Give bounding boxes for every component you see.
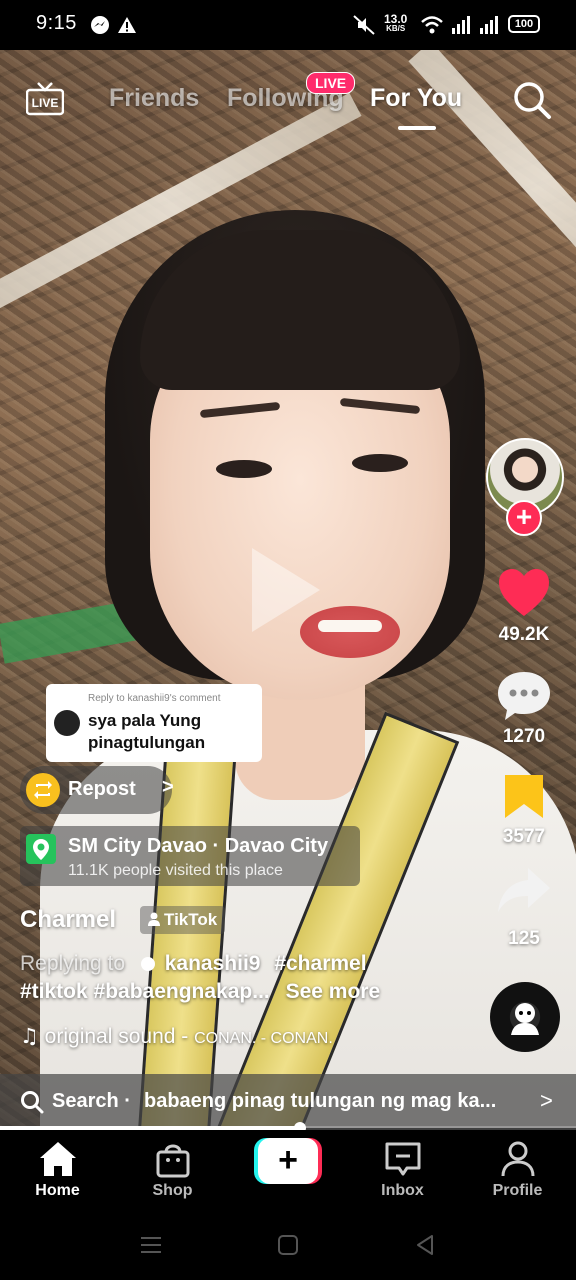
creator-tag-label: TikTok [164,910,218,929]
tab-friends[interactable]: Friends [109,84,199,113]
active-tab-indicator [398,126,436,130]
share-icon[interactable] [496,866,552,914]
search-icon [21,1091,44,1114]
location-pin-icon [26,834,56,864]
wifi-icon [421,16,443,34]
sound-avatar-icon [511,1003,539,1035]
music-disc[interactable] [490,982,560,1052]
create-button[interactable]: + [254,1138,322,1184]
related-search-bar[interactable]: Search · babaeng pinag tulungan ng mag k… [0,1074,576,1128]
mute-icon [353,15,375,35]
hashtag-link[interactable]: #tiktok #babaengnakap... [20,980,270,1003]
repost-label: Repost [68,778,136,800]
favorite-count: 3577 [502,826,546,847]
repost-icon [26,773,60,807]
net-speed-value: 13.0 [384,12,408,26]
reply-comment-sticker[interactable]: Reply to kanashii9's comment sya pala Yu… [46,684,262,762]
home-square-icon[interactable] [277,1234,299,1256]
shopping-bag-icon [156,1144,190,1178]
nav-home[interactable]: Home [0,1130,115,1214]
status-bar: 9:15 13.0 KB/S 100 [0,0,576,50]
search-query: babaeng pinag tulungan ng mag ka... [144,1090,497,1112]
play-icon[interactable] [252,548,320,632]
live-icon-label: LIVE [31,96,59,110]
person-icon [148,912,160,926]
menu-icon[interactable] [140,1234,162,1256]
system-nav-bar [0,1214,576,1280]
like-count: 49.2K [498,624,550,645]
signal-icon [480,16,498,34]
creator-tag: TikTok [140,906,226,934]
nav-home-label: Home [35,1182,80,1199]
back-icon[interactable] [414,1234,436,1256]
comment-icon[interactable] [496,670,552,722]
warning-icon [118,17,136,33]
eye [216,460,272,478]
search-prefix: Search · [52,1090,131,1112]
chevron-right-icon: > [540,1088,553,1113]
net-speed-unit: KB/S [386,24,406,33]
home-icon [40,1142,76,1176]
location-name: SM City Davao · Davao City [68,835,329,857]
creator-username[interactable]: Charmel [20,906,116,934]
nav-inbox[interactable]: Inbox [345,1130,460,1214]
live-badge: LIVE [306,72,356,94]
see-more-link[interactable]: See more [286,980,381,1003]
inbox-icon [385,1142,421,1176]
live-icon[interactable]: LIVE [25,82,65,116]
profile-icon [501,1141,535,1177]
reply-label: Reply to kanashii9's comment [88,693,221,704]
sound-artist: CONAN. - CONAN. [194,1030,333,1047]
heart-icon[interactable] [497,568,551,618]
commenter-avatar [54,710,80,736]
reply-bubble-icon [140,957,155,972]
hashtag-link[interactable]: #charmel [274,952,366,975]
comment-count: 1270 [502,726,546,747]
caption-line-2: #tiktok #babaengnakap... See more [20,980,380,1004]
top-nav: LIVE Friends Following LIVE For You [0,70,576,130]
replying-prefix: Replying to [20,952,126,975]
search-icon[interactable] [512,80,552,120]
nav-profile[interactable]: Profile [460,1130,575,1214]
plus-icon: + [258,1138,318,1184]
location-visits: 11.1K people visited this place [68,862,283,879]
caption-line-1: Replying to kanashii9 #charmel [20,952,367,976]
signal-icon [452,16,470,34]
music-note-icon: ♫ [20,1024,39,1048]
reply-text: sya pala Yung pinagtulungan [88,711,206,752]
nav-inbox-label: Inbox [381,1182,424,1199]
share-count: 125 [508,928,540,949]
bottom-nav: Home Shop + Inbox Profile [0,1130,576,1214]
location-tag[interactable]: SM City Davao · Davao City 11.1K people … [20,826,360,886]
battery-icon: 100 [508,15,540,33]
sound-info[interactable]: ♫ original sound - CONAN. - CONAN. [20,1024,333,1049]
eye [352,454,408,472]
nav-profile-label: Profile [492,1182,543,1199]
nav-shop[interactable]: Shop [115,1130,230,1214]
status-time: 9:15 [36,12,77,34]
chevron-right-icon: > [162,776,174,798]
replying-user[interactable]: kanashii9 [165,952,261,975]
follow-button[interactable]: + [506,500,542,536]
messenger-icon [91,16,109,34]
nav-shop-label: Shop [152,1182,193,1199]
person-teeth [318,620,382,632]
tab-for-you[interactable]: For You [370,84,462,113]
repost-button[interactable]: Repost > [20,766,174,814]
sound-name: original sound - [44,1025,189,1048]
favorite-icon[interactable] [502,772,546,820]
